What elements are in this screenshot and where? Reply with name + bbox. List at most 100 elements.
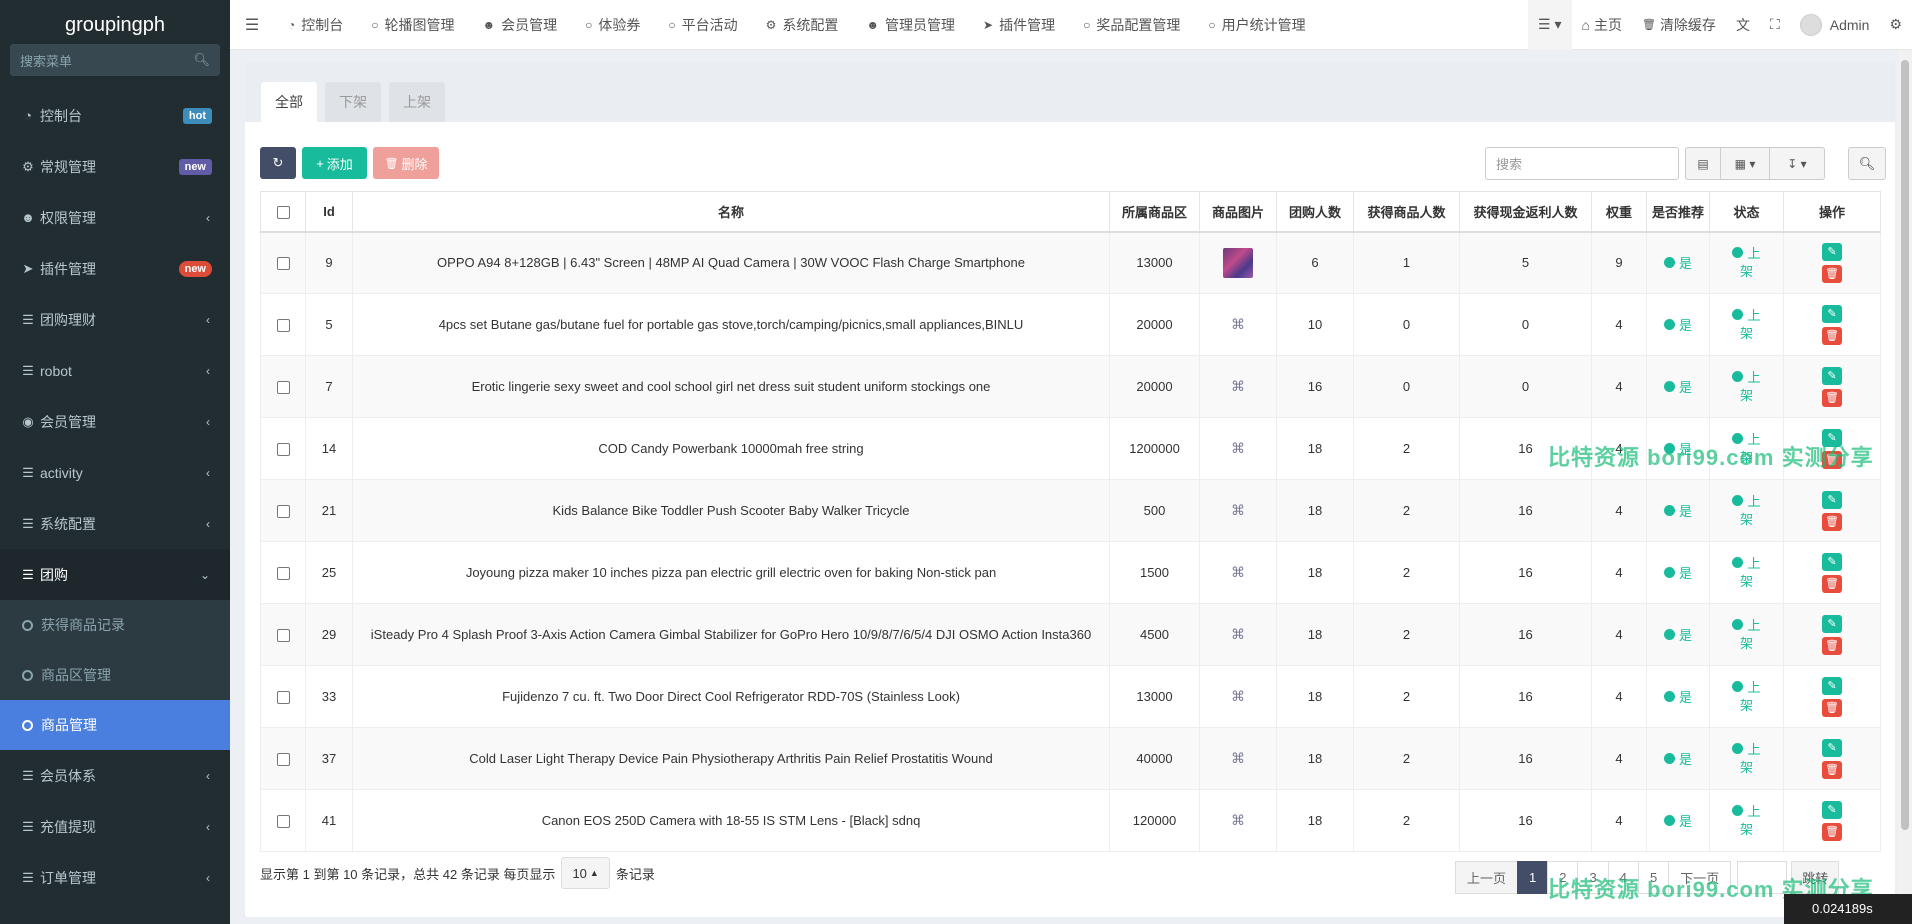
cell-status[interactable]: 上架 — [1709, 665, 1784, 728]
top-nav-item[interactable]: ○ 用户统计管理 — [1194, 15, 1319, 35]
cell-status[interactable]: 上架 — [1709, 293, 1784, 356]
search-icon[interactable]: 🔍︎ — [193, 52, 210, 68]
row-checkbox[interactable] — [260, 541, 306, 604]
sidebar-item[interactable]: ⚙ 常规管理 new — [0, 141, 230, 192]
trash-icon[interactable]: 🗑︎ — [1822, 574, 1842, 593]
col-recommend[interactable]: 是否推荐 — [1646, 191, 1710, 233]
per-page-select[interactable]: 10 ▲ — [561, 857, 610, 889]
table-row[interactable]: 41 Canon EOS 250D Camera with 18-55 IS ST… — [260, 789, 1881, 852]
table-row[interactable]: 37 Cold Laser Light Therapy Device Pain P… — [260, 727, 1881, 790]
sidebar-item[interactable]: ☰ activity ‹ — [0, 447, 230, 498]
row-checkbox[interactable] — [260, 355, 306, 418]
top-nav-item[interactable]: ○ 平台活动 — [654, 15, 751, 35]
trash-icon[interactable]: 🗑︎ — [1822, 512, 1842, 531]
edit-icon[interactable]: ✎ — [1822, 738, 1842, 757]
settings-gear-icon[interactable]: ⚙ — [1879, 0, 1912, 50]
col-name[interactable]: 名称 — [352, 191, 1110, 233]
cell-status[interactable]: 上架 — [1709, 231, 1784, 294]
table-row[interactable]: 29 iSteady Pro 4 Splash Proof 3-Axis Acti… — [260, 603, 1881, 666]
product-image[interactable] — [1223, 247, 1253, 278]
sidebar-item[interactable]: ☰ 订单管理 ‹ — [0, 852, 230, 903]
edit-icon[interactable]: ✎ — [1822, 800, 1842, 819]
search-button[interactable]: 🔍︎ — [1848, 147, 1886, 180]
col-cash-count[interactable]: 获得现金返利人数 — [1459, 191, 1592, 233]
tab-all[interactable]: 全部 — [261, 82, 317, 122]
product-image[interactable]: ⌘ — [1223, 744, 1253, 774]
edit-icon[interactable]: ✎ — [1822, 676, 1842, 695]
tab-offline[interactable]: 下架 — [325, 82, 381, 122]
sidebar-item[interactable]: ◉ 会员管理 ‹ — [0, 396, 230, 447]
table-row[interactable]: 5 4pcs set Butane gas/butane fuel for por… — [260, 293, 1881, 356]
language-icon[interactable]: 文 — [1726, 0, 1760, 50]
product-image[interactable]: ⌘ — [1223, 434, 1253, 464]
table-row[interactable]: 9 OPPO A94 8+128GB | 6.43" Screen | 48MP … — [260, 231, 1881, 294]
export-icon[interactable]: ↧ ▾ — [1769, 147, 1825, 180]
sidebar-item[interactable]: ☻ 权限管理 ‹ — [0, 192, 230, 243]
col-win-count[interactable]: 获得商品人数 — [1353, 191, 1460, 233]
sidebar-subitem[interactable]: 获得商品记录 — [0, 600, 230, 650]
app-logo[interactable]: groupingph — [0, 0, 230, 50]
trash-icon[interactable]: 🗑︎ — [1822, 698, 1842, 717]
user-menu[interactable]: Admin — [1790, 0, 1880, 50]
product-image[interactable]: ⌘ — [1223, 806, 1253, 836]
trash-icon[interactable]: 🗑︎ — [1822, 760, 1842, 779]
cell-recommend[interactable]: 是 — [1646, 727, 1710, 790]
clear-cache-button[interactable]: 🗑︎ 清除缓存 — [1632, 0, 1726, 50]
row-checkbox[interactable] — [260, 603, 306, 666]
cell-status[interactable]: 上架 — [1709, 355, 1784, 418]
cell-recommend[interactable]: 是 — [1646, 355, 1710, 418]
menu-list-icon[interactable]: ☰ ▾ — [1528, 0, 1572, 50]
table-row[interactable]: 7 Erotic lingerie sexy sweet and cool sch… — [260, 355, 1881, 418]
edit-icon[interactable]: ✎ — [1822, 614, 1842, 633]
delete-button[interactable]: 🗑︎ 删除 — [373, 147, 439, 179]
sidebar-item[interactable]: ◔ 控制台 hot — [0, 90, 230, 141]
top-nav-item[interactable]: ○ 轮播图管理 — [357, 15, 468, 35]
row-checkbox[interactable] — [260, 789, 306, 852]
product-image[interactable]: ⌘ — [1223, 620, 1253, 650]
sidebar-item[interactable]: ➤ 插件管理 new — [0, 243, 230, 294]
sidebar-item[interactable]: ☰ 会员体系 ‹ — [0, 750, 230, 801]
col-group-count[interactable]: 团购人数 — [1276, 191, 1354, 233]
edit-icon[interactable]: ✎ — [1822, 490, 1842, 509]
row-checkbox[interactable] — [260, 293, 306, 356]
edit-icon[interactable]: ✎ — [1822, 304, 1842, 323]
row-checkbox[interactable] — [260, 417, 306, 480]
cell-status[interactable]: 上架 — [1709, 541, 1784, 604]
top-nav-item[interactable]: ➤ 插件管理 — [969, 15, 1069, 35]
tab-online[interactable]: 上架 — [389, 82, 445, 122]
row-checkbox[interactable] — [260, 479, 306, 542]
toggle-view-icon[interactable]: ▤ — [1685, 147, 1721, 180]
trash-icon[interactable]: 🗑︎ — [1822, 388, 1842, 407]
cell-status[interactable]: 上架 — [1709, 603, 1784, 666]
sidebar-item[interactable]: ☰ robot ‹ — [0, 345, 230, 396]
cell-recommend[interactable]: 是 — [1646, 479, 1710, 542]
col-weight[interactable]: 权重 — [1591, 191, 1647, 233]
top-nav-item[interactable]: ⚙ 系统配置 — [752, 15, 853, 35]
edit-icon[interactable]: ✎ — [1822, 366, 1842, 385]
cell-status[interactable]: 上架 — [1709, 479, 1784, 542]
refresh-button[interactable]: ↻ — [260, 147, 296, 179]
add-button[interactable]: + 添加 — [302, 147, 367, 179]
page-scrollbar-thumb[interactable] — [1901, 60, 1909, 830]
edit-icon[interactable]: ✎ — [1822, 552, 1842, 571]
table-row[interactable]: 33 Fujidenzo 7 cu. ft. Two Door Direct Co… — [260, 665, 1881, 728]
sidebar-item[interactable]: ☰ 充值提现 ‹ — [0, 801, 230, 852]
fullscreen-icon[interactable]: ⛶ — [1760, 0, 1790, 50]
product-image[interactable]: ⌘ — [1223, 310, 1253, 340]
col-zone[interactable]: 所属商品区 — [1109, 191, 1200, 233]
sidebar-item[interactable]: ☰ 团购理财 ‹ — [0, 294, 230, 345]
trash-icon[interactable]: 🗑︎ — [1822, 822, 1842, 841]
cell-recommend[interactable]: 是 — [1646, 231, 1710, 294]
row-checkbox[interactable] — [260, 727, 306, 790]
product-image[interactable]: ⌘ — [1223, 372, 1253, 402]
trash-icon[interactable]: 🗑︎ — [1822, 636, 1842, 655]
top-nav-item[interactable]: ☻ 会员管理 — [469, 15, 572, 35]
cell-recommend[interactable]: 是 — [1646, 541, 1710, 604]
cell-status[interactable]: 上架 — [1709, 789, 1784, 852]
table-row[interactable]: 25 Joyoung pizza maker 10 inches pizza pa… — [260, 541, 1881, 604]
top-nav-item[interactable]: ○ 体验券 — [571, 15, 654, 35]
cell-recommend[interactable]: 是 — [1646, 293, 1710, 356]
select-all-checkbox[interactable] — [260, 191, 306, 233]
home-link[interactable]: ⌂ 主页 — [1572, 0, 1632, 50]
sidebar-search[interactable]: 搜索菜单 🔍︎ — [10, 44, 220, 76]
